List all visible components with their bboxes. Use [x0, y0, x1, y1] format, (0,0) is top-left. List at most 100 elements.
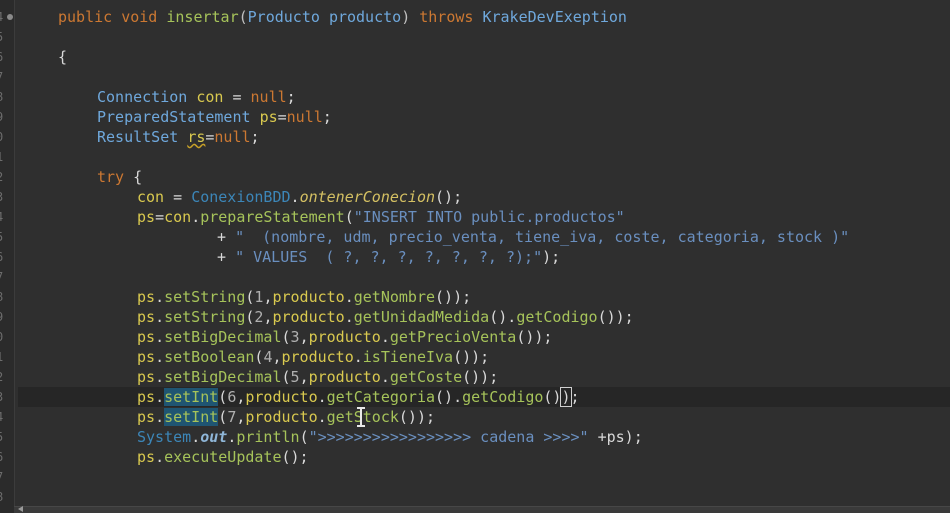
keyword: public	[58, 8, 113, 26]
punctuation: .	[155, 368, 165, 386]
exception-type: KrakeDevExeption	[482, 8, 627, 26]
code-editor[interactable]: 4 5 6 7 8 9 0 1 2 3 4 5 6 7 8 9 0 1 2 3 …	[0, 0, 950, 513]
variable-name: ps	[259, 108, 278, 126]
line-number: 9	[0, 107, 14, 127]
operator: +	[217, 228, 236, 246]
method-name: println	[236, 428, 300, 446]
code-line-set-1[interactable]: ps.setString(1,producto.getNombre());	[18, 287, 950, 307]
punctuation: .	[227, 428, 237, 446]
method-name: insertar	[166, 8, 239, 26]
variable-name: producto	[245, 388, 318, 406]
keyword: null	[250, 88, 287, 106]
code-line-open-brace[interactable]: {	[18, 47, 950, 67]
code-line-decl-con[interactable]: Connection con = null;	[18, 87, 950, 107]
punctuation: (	[218, 388, 228, 406]
method-name: getCodigo	[462, 388, 544, 406]
method-name: setBoolean	[164, 348, 255, 366]
punctuation: ());	[462, 368, 499, 386]
punctuation: ().	[435, 388, 463, 406]
code-line-concat-2[interactable]: + " VALUES ( ?, ?, ?, ?, ?, ?, ?);");	[18, 247, 950, 267]
line-number: 6	[0, 247, 14, 267]
keyword: throws	[419, 8, 474, 26]
line-number: 5	[0, 227, 14, 247]
punctuation: ().	[489, 308, 517, 326]
code-line-concat-1[interactable]: + " (nombre, udm, precio_venta, tiene_iv…	[18, 227, 950, 247]
punctuation: .	[380, 368, 390, 386]
code-line-method-signature[interactable]: public void insertar(Producto producto) …	[18, 7, 950, 27]
code-line-decl-ps[interactable]: PreparedStatement ps=null;	[18, 107, 950, 127]
method-name: setBigDecimal	[164, 328, 282, 346]
variable-name: con	[196, 88, 224, 106]
punctuation: ());	[453, 348, 490, 366]
variable-name: ps	[137, 408, 156, 426]
code-line-set-4[interactable]: ps.setBoolean(4,producto.isTieneIva());	[18, 347, 950, 367]
method-name-highlighted: setInt	[164, 408, 219, 426]
static-field-name: out	[200, 428, 228, 446]
punctuation: .	[290, 188, 300, 206]
line-number: 8	[0, 287, 14, 307]
method-name: setBigDecimal	[164, 368, 282, 386]
code-line-set-5[interactable]: ps.setBigDecimal(5,producto.getCoste());	[18, 367, 950, 387]
type-name: ResultSet	[97, 128, 179, 146]
variable-name: ps	[137, 208, 156, 226]
punctuation: (	[238, 8, 248, 26]
operator: =	[164, 188, 192, 206]
keyword: null	[214, 128, 251, 146]
line-number: 4	[0, 407, 14, 427]
punctuation: .	[155, 328, 165, 346]
line-number: 5	[0, 27, 14, 47]
code-line-set-3[interactable]: ps.setBigDecimal(3,producto.getPrecioVen…	[18, 327, 950, 347]
number-literal: 7	[227, 408, 237, 426]
punctuation: .	[317, 388, 327, 406]
punctuation: .	[155, 408, 165, 426]
code-line-execute[interactable]: ps.executeUpdate();	[18, 447, 950, 467]
method-name: executeUpdate	[164, 448, 282, 466]
number-literal: 6	[227, 388, 237, 406]
keyword: null	[286, 108, 323, 126]
fold-marker-icon[interactable]	[7, 14, 13, 20]
variable-name-warning: rs	[187, 128, 206, 146]
method-name: setString	[164, 288, 246, 306]
line-number: 7	[0, 467, 14, 487]
code-line-decl-rs[interactable]: ResultSet rs=null;	[18, 127, 950, 147]
punctuation: (	[299, 428, 309, 446]
number-literal: 5	[290, 368, 300, 386]
text-ibeam-icon	[357, 407, 365, 427]
scroll-left-arrow-icon[interactable]	[18, 506, 23, 512]
static-method-name: ontenerConecion	[299, 188, 436, 206]
code-line-prepare[interactable]: ps=con.prepareStatement("INSERT INTO pub…	[18, 207, 950, 227]
punctuation: ,	[299, 328, 309, 346]
expression: +ps);	[588, 428, 643, 446]
type-name: Producto	[247, 8, 320, 26]
code-line-set-7[interactable]: ps.setInt(7,producto.getStock());	[18, 407, 950, 427]
method-name: prepareStatement	[200, 208, 345, 226]
punctuation: ;	[250, 128, 260, 146]
operator: =	[223, 88, 251, 106]
punctuation: ,	[299, 368, 309, 386]
code-line-set-2[interactable]: ps.setString(2,producto.getUnidadMedida(…	[18, 307, 950, 327]
variable-name: ps	[137, 388, 156, 406]
punctuation: ();	[281, 448, 309, 466]
punctuation: .	[344, 288, 354, 306]
horizontal-scrollbar[interactable]	[14, 506, 950, 513]
line-number: 2	[0, 367, 14, 387]
code-line-set-6-current[interactable]: ps.setInt(6,producto.getCategoria().getC…	[18, 387, 950, 407]
line-number: 9	[0, 307, 14, 327]
method-name: getUnidadMedida	[353, 308, 490, 326]
operator: =	[155, 208, 165, 226]
variable-name: ps	[137, 368, 156, 386]
code-line-try[interactable]: try {	[18, 167, 950, 187]
class-name: ConexionBDD	[191, 188, 291, 206]
variable-name: producto	[308, 328, 381, 346]
code-line-con-assign[interactable]: con = ConexionBDD.ontenerConecion();	[18, 187, 950, 207]
string-literal: " VALUES ( ?, ?, ?, ?, ?, ?, ?);"	[235, 248, 543, 266]
punctuation: .	[155, 308, 165, 326]
punctuation: .	[317, 408, 327, 426]
line-number: 0	[0, 327, 14, 347]
line-number: 0	[0, 127, 14, 147]
punctuation: .	[380, 328, 390, 346]
punctuation: ());	[516, 328, 553, 346]
punctuation: )	[401, 8, 411, 26]
number-literal: 3	[290, 328, 300, 346]
code-line-println[interactable]: System.out.println(">>>>>>>>>>>>>>>>> ca…	[18, 427, 950, 447]
